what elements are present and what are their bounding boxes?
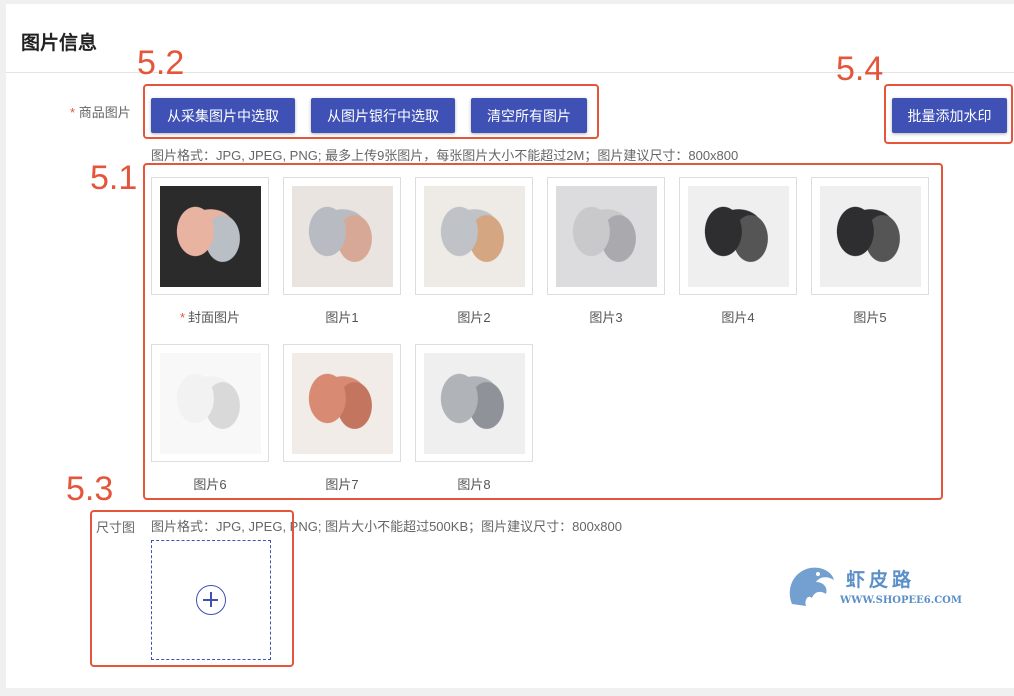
annotation-box-5-4 <box>884 84 1013 144</box>
dragon-logo-icon <box>789 567 834 606</box>
annotation-label-5-2: 5.2 <box>137 44 185 82</box>
annotation-box-5-2 <box>143 84 599 139</box>
watermark-name: 虾皮路 <box>846 570 916 591</box>
watermark-url: WWW.SHOPEE6.COM <box>840 595 962 606</box>
product-images-hint: 图片格式：JPG, JPEG, PNG; 最多上传9张图片，每张图片大小不能超过… <box>151 148 739 163</box>
annotation-box-5-3 <box>90 510 294 667</box>
product-images-label: * 商品图片 <box>70 102 131 121</box>
annotation-label-5-4: 5.4 <box>836 50 884 88</box>
page-title: 图片信息 <box>21 33 98 54</box>
required-mark: * <box>70 105 76 120</box>
annotation-box-5-1 <box>143 163 943 500</box>
annotation-label-5-3: 5.3 <box>66 470 114 508</box>
annotation-label-5-1: 5.1 <box>90 159 138 197</box>
product-images-label-text: 商品图片 <box>78 105 131 120</box>
